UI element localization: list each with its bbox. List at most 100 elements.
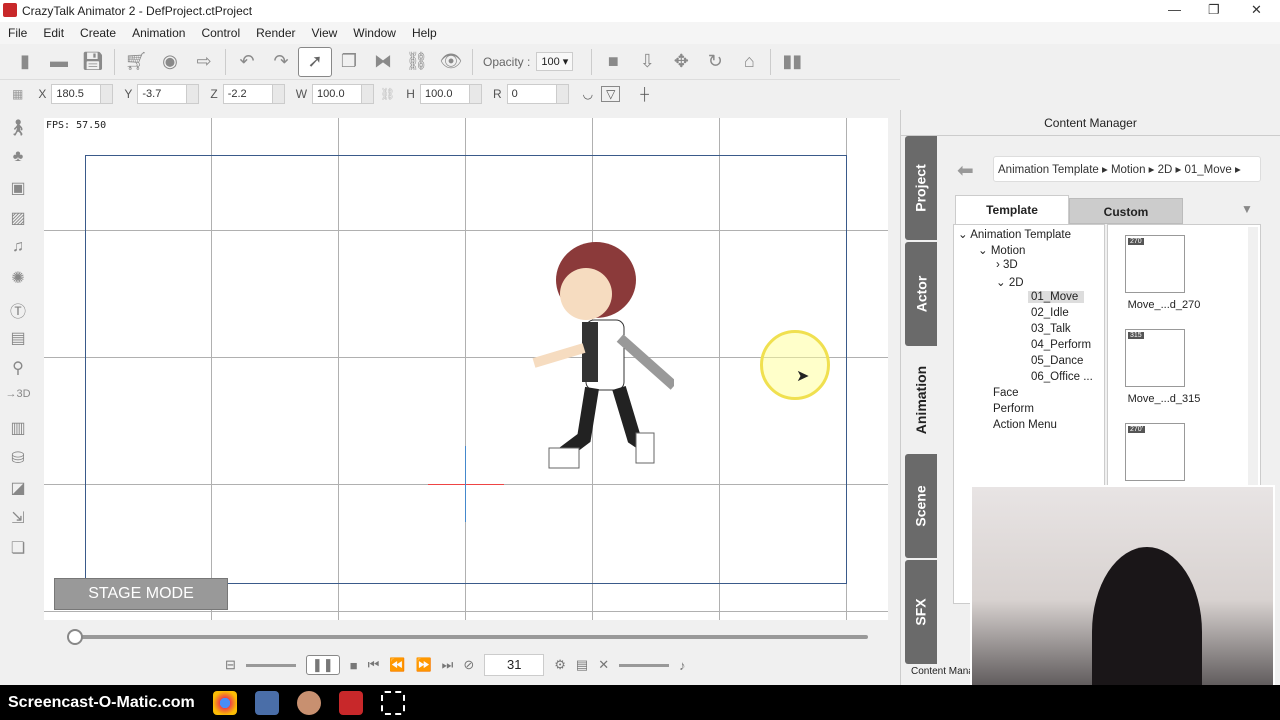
menu-create[interactable]: Create — [72, 26, 124, 40]
layer-icon[interactable]: ▤ — [10, 328, 25, 352]
tree-node-perform[interactable]: Perform — [993, 403, 1034, 415]
menu-view[interactable]: View — [303, 26, 345, 40]
z-field[interactable]: -2.2 — [222, 84, 273, 104]
menu-animation[interactable]: Animation — [124, 26, 193, 40]
last-frame-button[interactable]: ⏭ — [442, 657, 454, 673]
select-tool-icon[interactable]: ➚ — [298, 46, 332, 77]
side-tab-animation[interactable]: Animation — [905, 348, 937, 452]
tree-node-03-talk[interactable]: 03_Talk — [1031, 323, 1071, 335]
tree-node-2d[interactable]: ⌄ 2D — [996, 275, 1024, 289]
close-button[interactable]: ✕ — [1251, 2, 1262, 18]
paint-icon[interactable]: ⛁ — [11, 448, 24, 472]
panel-toggle-icon[interactable]: ▮▮ — [775, 47, 809, 77]
breadcrumb[interactable]: Animation Template ▸ Motion ▸ 2D ▸ 01_Mo… — [993, 156, 1261, 182]
z-spinner[interactable] — [272, 84, 285, 104]
menu-render[interactable]: Render — [248, 26, 303, 40]
w-spinner[interactable] — [362, 84, 375, 104]
y-spinner[interactable] — [187, 84, 200, 104]
timeline-scrubber[interactable] — [70, 635, 868, 639]
3d-icon[interactable]: →3D — [5, 388, 30, 412]
pivot-icon[interactable]: ┼ — [640, 87, 649, 101]
camera-icon[interactable]: ■ — [596, 47, 630, 77]
h-spinner[interactable] — [469, 84, 482, 104]
bone-icon[interactable]: ⚲ — [12, 358, 24, 382]
text-icon[interactable]: Ⓣ — [10, 298, 26, 322]
actor-icon[interactable]: 🚶︎ — [8, 118, 28, 142]
tree-node-04-perform[interactable]: 04_Perform — [1031, 339, 1091, 351]
next-frame-button[interactable]: ⏩ — [415, 657, 431, 673]
back-arrow-icon[interactable]: ⬅ — [957, 158, 974, 183]
tree-node-motion[interactable]: ⌄ Motion — [978, 243, 1025, 257]
camera-tool-icon[interactable]: ◪ — [10, 478, 25, 502]
tree-node-3d[interactable]: › 3D — [996, 259, 1018, 271]
pointer-tool-icon[interactable]: ⇲ — [11, 508, 24, 532]
tree-node-animation-template[interactable]: ⌄ Animation Template — [958, 227, 1071, 241]
snipping-tool-icon[interactable] — [380, 690, 405, 715]
frame-number-field[interactable]: 31 — [484, 654, 545, 676]
r-spinner[interactable] — [556, 84, 569, 104]
copy-tool-icon[interactable]: ❏ — [11, 538, 25, 562]
prev-frame-button[interactable]: ⏪ — [389, 657, 405, 673]
menu-control[interactable]: Control — [193, 26, 248, 40]
move-icon[interactable]: ✥ — [664, 47, 698, 77]
menu-file[interactable]: File — [0, 26, 35, 40]
home-icon[interactable]: ⌂ — [732, 47, 766, 77]
y-field[interactable]: -3.7 — [137, 84, 188, 104]
x-field[interactable]: 180.5 — [51, 84, 102, 104]
cart-icon[interactable]: 🛒︎ — [119, 47, 153, 77]
flip-icon[interactable]: ⧓ — [366, 47, 400, 77]
tree-node-face[interactable]: Face — [993, 387, 1019, 399]
avatar-app-icon[interactable] — [296, 690, 321, 715]
character-icon[interactable]: ▣ — [10, 178, 25, 202]
rotate-icon[interactable]: ↻ — [698, 47, 732, 77]
first-frame-button[interactable]: ⏮ — [368, 657, 380, 673]
r-field[interactable]: 0 — [506, 84, 557, 104]
menu-help[interactable]: Help — [404, 26, 445, 40]
character-actor[interactable] — [524, 238, 674, 478]
loop-icon[interactable]: ⊘ — [463, 657, 474, 673]
tab-custom[interactable]: Custom — [1069, 198, 1183, 224]
h-field[interactable]: 100.0 — [419, 84, 470, 104]
zoom-out-icon[interactable]: ⊟ — [225, 657, 236, 673]
undo-icon[interactable]: ↶ — [230, 47, 264, 77]
maximize-button[interactable]: ❐ — [1208, 2, 1220, 18]
dropdown-arrow-icon[interactable]: ▼ — [1241, 202, 1253, 216]
tree-node-action-menu[interactable]: Action Menu — [993, 419, 1057, 431]
image-icon[interactable]: ▨ — [10, 208, 25, 232]
grid-icon[interactable]: ▦ — [12, 87, 23, 101]
minimize-button[interactable]: — — [1168, 2, 1181, 17]
content-manager-bottom-tab[interactable]: Content Mana — [911, 666, 974, 677]
open-folder-icon[interactable]: ▬ — [42, 47, 76, 77]
volume-slider[interactable] — [619, 663, 670, 667]
zoom-slider[interactable] — [245, 663, 296, 667]
opacity-dropdown[interactable]: 100 ▾ — [536, 52, 574, 71]
script-icon[interactable]: ▥ — [10, 418, 25, 442]
thumbnail-move-270[interactable]: 270 — [1125, 235, 1185, 293]
app-icon[interactable] — [254, 690, 279, 715]
side-tab-project[interactable]: Project — [905, 136, 937, 240]
redo-icon[interactable]: ↷ — [264, 47, 298, 77]
tree-node-05-dance[interactable]: 05_Dance — [1031, 355, 1083, 367]
link-icon[interactable]: ⛓︎ — [400, 47, 434, 77]
move-down-icon[interactable]: ⇩ — [630, 47, 664, 77]
tab-template[interactable]: Template — [955, 195, 1069, 224]
tree-node-06-office[interactable]: 06_Office ... — [1031, 371, 1093, 383]
side-tab-scene[interactable]: Scene — [905, 454, 937, 558]
stage-canvas[interactable]: FPS: 57.50 ➤ STAGE MODE — [44, 118, 888, 620]
x-spinner[interactable] — [101, 84, 114, 104]
thumbnail-move-270b[interactable]: 270' — [1125, 423, 1185, 481]
crazytalk-taskbar-icon[interactable] — [338, 690, 363, 715]
side-tab-sfx[interactable]: SFX — [905, 560, 937, 664]
side-tab-actor[interactable]: Actor — [905, 242, 937, 346]
pause-button[interactable]: ❚❚ — [305, 655, 340, 675]
duplicate-icon[interactable]: ❐ — [332, 47, 366, 77]
music-icon[interactable]: ♫ — [12, 238, 24, 262]
tree-node-02-idle[interactable]: 02_Idle — [1031, 307, 1069, 319]
chrome-icon[interactable] — [212, 690, 237, 715]
settings-gear-icon[interactable]: ⚙ — [554, 657, 566, 673]
ease-in-icon[interactable]: ◡ — [583, 87, 593, 101]
ease-out-icon[interactable]: ▽ — [601, 86, 621, 102]
tree-node-01-move[interactable]: 01_Move — [1028, 291, 1085, 303]
save-icon[interactable]: 💾︎ — [76, 47, 110, 77]
prop-icon[interactable]: ♣ — [13, 148, 24, 172]
